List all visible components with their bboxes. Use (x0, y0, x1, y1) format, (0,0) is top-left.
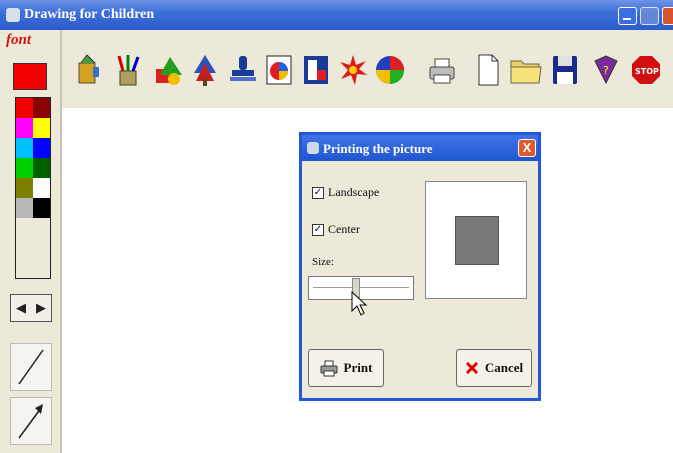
printer-icon (320, 360, 338, 377)
dialog-close-button[interactable]: X (518, 139, 536, 157)
center-checkbox[interactable]: ✓ (312, 223, 324, 236)
color-swatch[interactable] (16, 158, 33, 178)
print-label: Print (343, 360, 373, 375)
line-tool-button[interactable] (10, 343, 52, 391)
landscape-label: Landscape (328, 185, 380, 199)
app-icon (6, 8, 20, 22)
cancel-label: Cancel (484, 360, 524, 375)
app-window: Drawing for Children ? STOP font ◀ ▶ Pri… (0, 0, 673, 453)
shapes-icon[interactable] (150, 50, 186, 90)
color-swatch[interactable] (33, 98, 50, 118)
redo-icon[interactable]: ▶ (31, 295, 51, 321)
landscape-checkbox[interactable]: ✓ (312, 186, 324, 199)
font-button[interactable]: font (6, 32, 31, 49)
color-swatch[interactable] (16, 178, 33, 198)
color-swatch[interactable] (33, 118, 50, 138)
color-swatch[interactable] (16, 118, 33, 138)
color-swatch[interactable] (33, 178, 50, 198)
printer-icon[interactable] (424, 50, 460, 90)
print-button[interactable]: Print (308, 349, 384, 387)
print-preview (425, 181, 527, 299)
stamp-icon[interactable] (225, 50, 261, 90)
arrow-tool-button[interactable] (10, 397, 52, 445)
tree-stamp-icon[interactable] (187, 50, 223, 90)
window-title: Drawing for Children (24, 7, 155, 22)
line-icon (18, 349, 44, 385)
dialog-title: Printing the picture (323, 141, 433, 156)
color-swatch[interactable] (16, 198, 33, 218)
dialog-title-bar: Printing the picture X (302, 135, 538, 161)
close-button[interactable] (662, 7, 673, 25)
svg-text:?: ? (603, 64, 609, 77)
pinwheel-icon[interactable] (372, 50, 408, 90)
color-swatch[interactable] (33, 138, 50, 158)
landscape-row: ✓ Landscape (312, 185, 379, 200)
open-folder-icon[interactable] (508, 50, 544, 90)
center-row: ✓ Center (312, 222, 360, 237)
undo-redo-buttons: ◀ ▶ (10, 294, 52, 322)
arrow-icon (18, 404, 43, 439)
color-swatch[interactable] (16, 98, 33, 118)
save-disk-icon[interactable] (547, 50, 583, 90)
size-label: Size: (312, 256, 334, 268)
palette-card-icon[interactable] (261, 50, 297, 90)
current-color-swatch (13, 63, 47, 90)
dialog-app-icon (307, 142, 319, 154)
color-swatch[interactable] (33, 158, 50, 178)
cancel-button[interactable]: Cancel (456, 349, 532, 387)
maximize-button[interactable] (640, 7, 659, 25)
paint-bucket-icon[interactable] (70, 50, 106, 90)
stop-sign-icon[interactable]: STOP (628, 50, 664, 90)
print-dialog: Printing the picture X ✓ Landscape ✓ Cen… (299, 132, 541, 401)
color-frame-icon[interactable] (298, 50, 334, 90)
color-swatch[interactable] (33, 198, 50, 218)
mouse-cursor-icon (351, 291, 367, 316)
title-bar: Drawing for Children (0, 0, 673, 30)
slider-track (313, 287, 409, 288)
help-book-icon[interactable]: ? (587, 50, 623, 90)
center-label: Center (328, 222, 360, 236)
color-swatch[interactable] (16, 138, 33, 158)
brushes-icon[interactable] (110, 50, 146, 90)
undo-icon[interactable]: ◀ (11, 295, 31, 321)
toolbar: ? STOP (0, 30, 673, 108)
svg-text:STOP: STOP (635, 67, 659, 76)
color-palette (15, 97, 51, 279)
preview-page (455, 216, 499, 265)
minimize-button[interactable] (618, 7, 637, 25)
cancel-x-icon (465, 361, 478, 375)
fireworks-icon[interactable] (335, 50, 371, 90)
new-file-icon[interactable] (470, 50, 506, 90)
